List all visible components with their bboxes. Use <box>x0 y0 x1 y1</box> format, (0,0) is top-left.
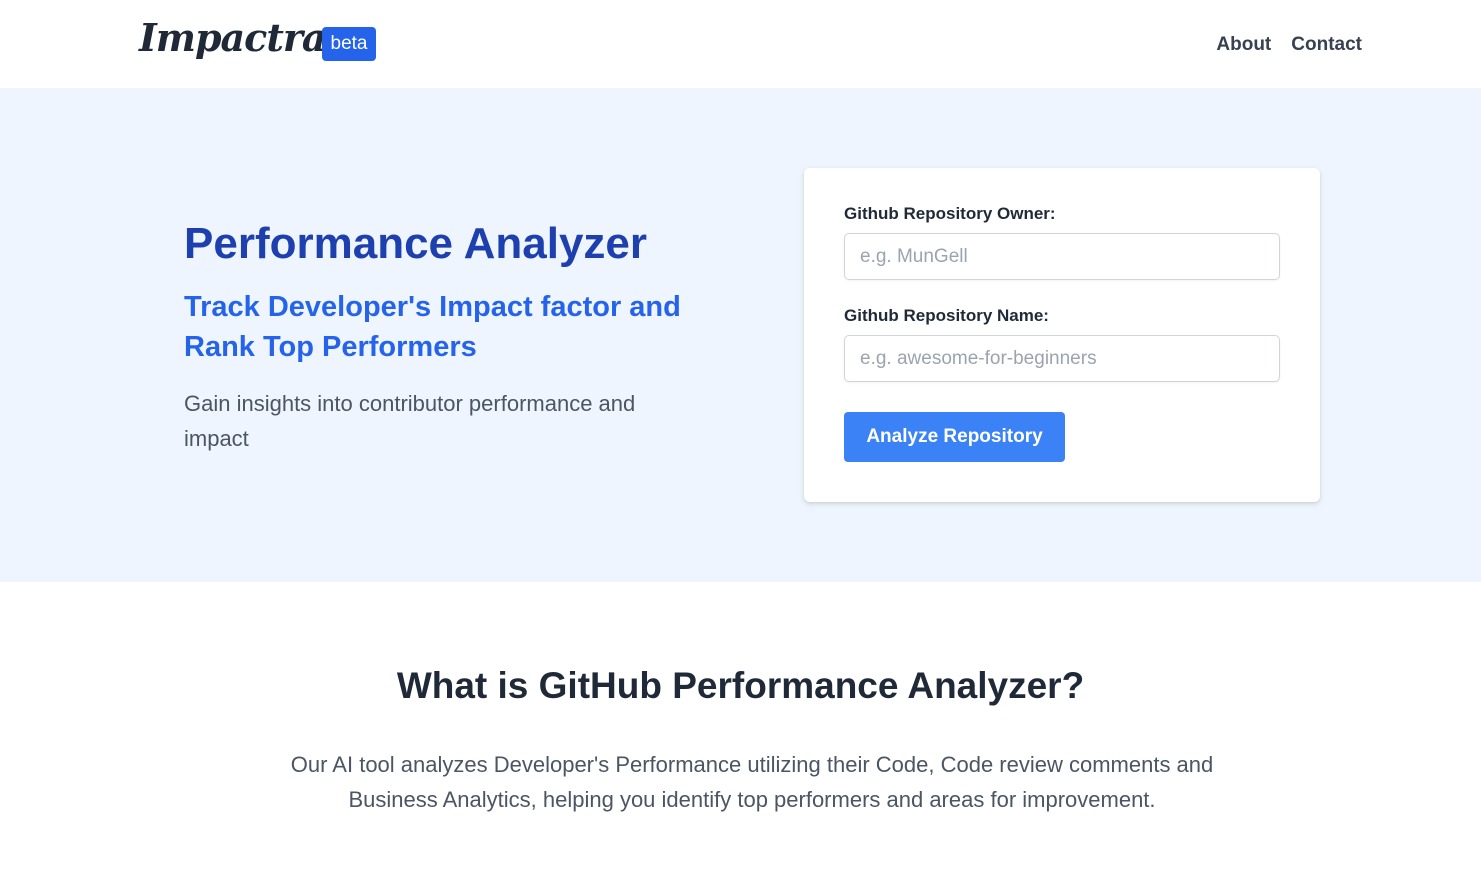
analyze-form-card: Github Repository Owner: Github Reposito… <box>804 168 1320 502</box>
nav-link-about[interactable]: About <box>1216 31 1271 59</box>
hero-subtitle: Track Developer's Impact factor and Rank… <box>184 291 681 363</box>
about-description: Our AI tool analyzes Developer's Perform… <box>290 752 1214 812</box>
about-title: What is GitHub Performance Analyzer? <box>396 665 1085 706</box>
nav-links: About Contact <box>1216 31 1362 59</box>
logo[interactable]: Impactra <box>139 14 327 62</box>
nav-link-contact[interactable]: Contact <box>1291 31 1362 59</box>
repo-name-input[interactable] <box>844 335 1280 382</box>
hero-title: Performance Analyzer <box>184 219 648 268</box>
analyze-repository-button[interactable]: Analyze Repository <box>844 412 1065 462</box>
beta-badge: beta <box>322 27 376 61</box>
hero-description: Gain insights into contributor performan… <box>184 391 636 451</box>
repo-name-label: Github Repository Name: <box>844 306 1049 325</box>
owner-input[interactable] <box>844 233 1280 280</box>
hero-section: Performance Analyzer Track Developer's I… <box>0 88 1481 582</box>
owner-label: Github Repository Owner: <box>844 204 1056 223</box>
navbar: Impactra beta About Contact <box>0 0 1481 88</box>
